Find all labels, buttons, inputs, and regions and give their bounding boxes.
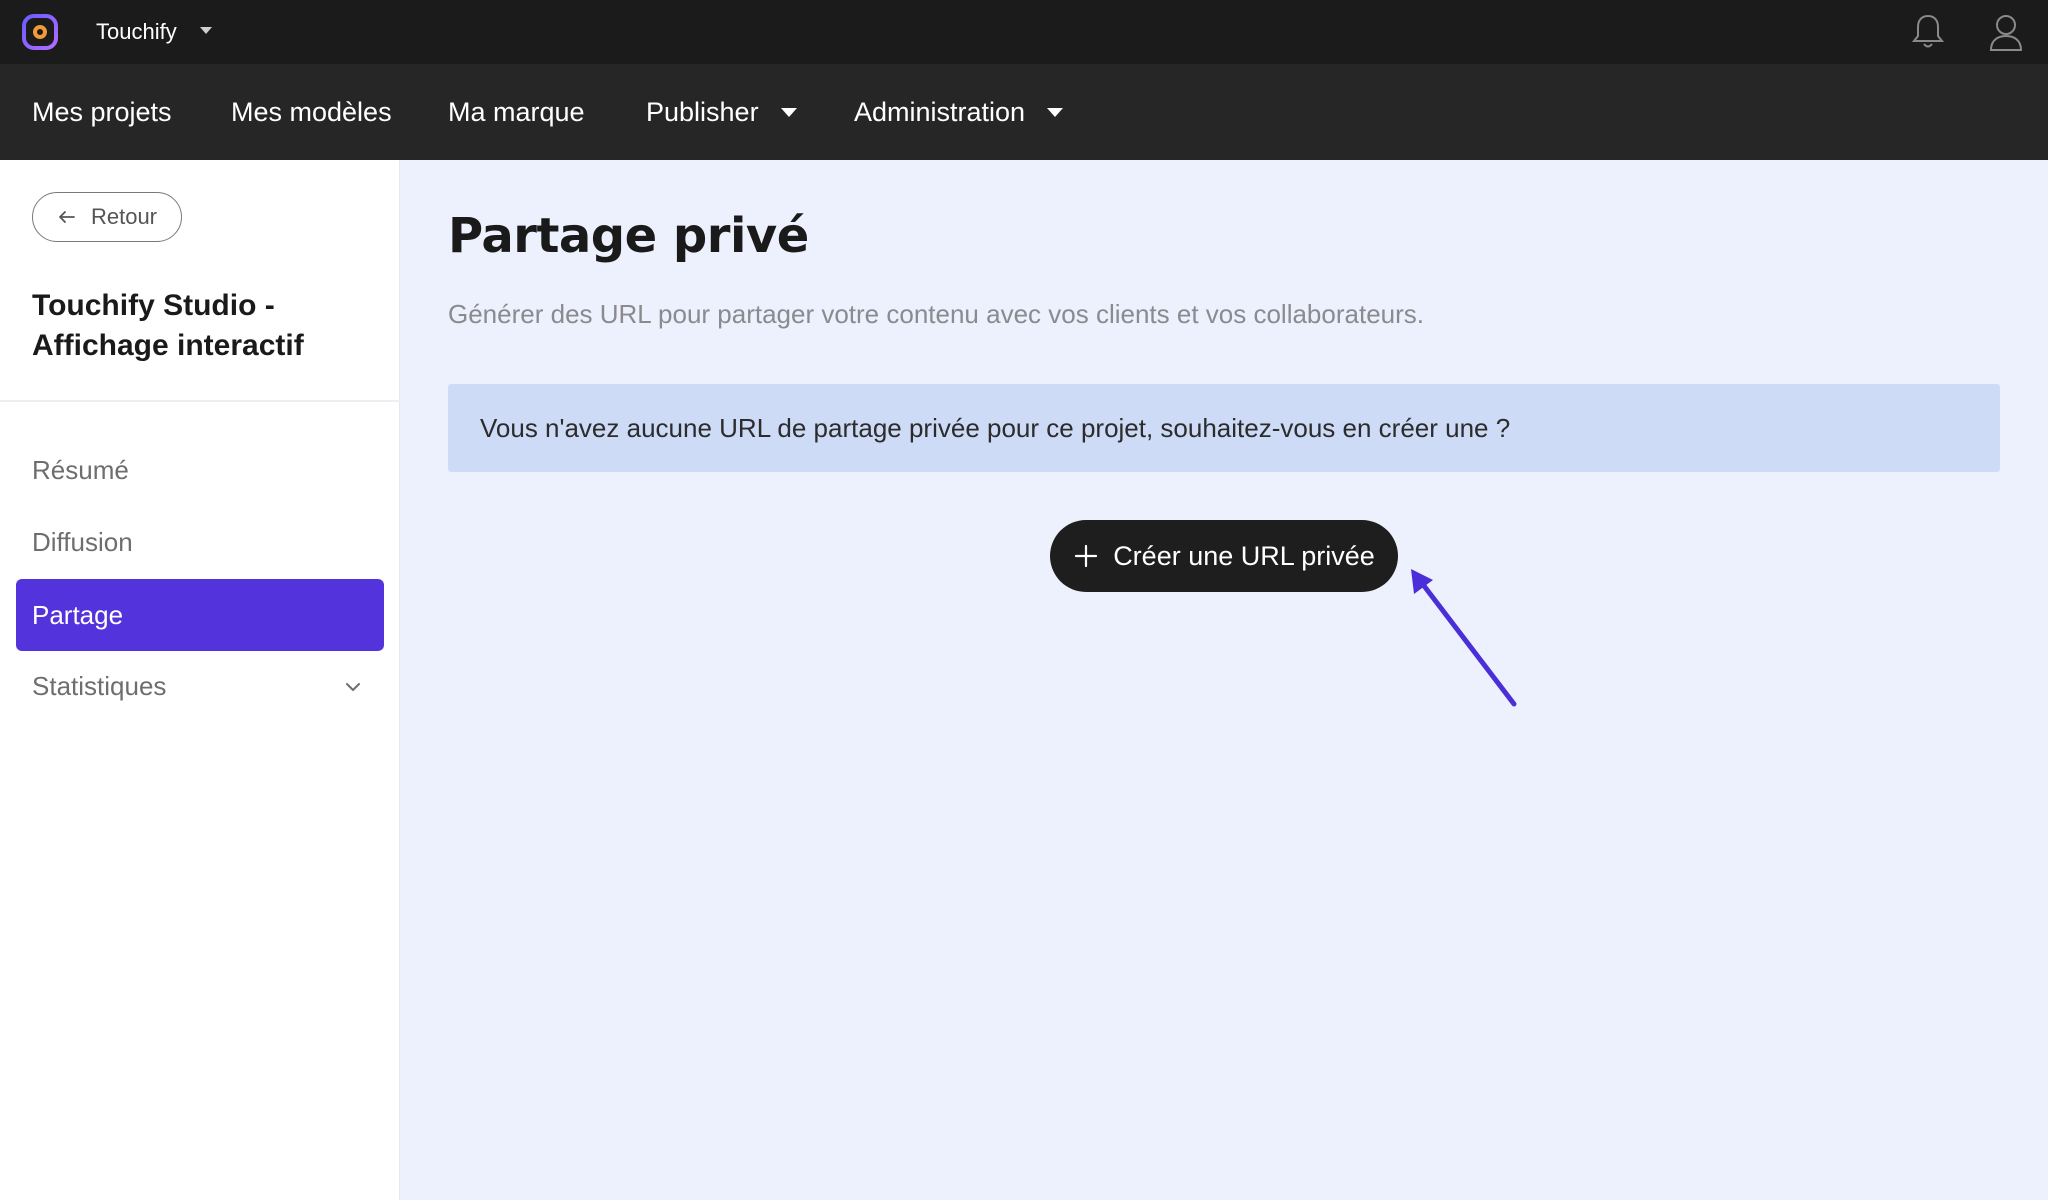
sidebar-item-statistiques[interactable]: Statistiques bbox=[16, 650, 384, 722]
chevron-down-icon bbox=[346, 683, 360, 691]
user-icon[interactable] bbox=[1988, 12, 2024, 52]
nav-label: Administration bbox=[854, 96, 1026, 127]
sidebar-item-resume[interactable]: Résumé bbox=[16, 434, 384, 506]
back-button[interactable]: Retour bbox=[32, 192, 182, 242]
app-switcher-caret-icon[interactable] bbox=[200, 27, 212, 34]
nav-label: Mes modèles bbox=[231, 96, 392, 127]
app-name[interactable]: Touchify bbox=[96, 16, 177, 48]
bell-icon[interactable] bbox=[1910, 12, 1946, 52]
nav-label: Mes projets bbox=[32, 96, 172, 127]
create-button-label: Créer une URL privée bbox=[1113, 540, 1375, 571]
nav-label: Publisher bbox=[646, 96, 759, 127]
nav-mes-projets[interactable]: Mes projets bbox=[32, 64, 172, 160]
arrow-left-icon bbox=[59, 211, 75, 223]
sidebar-item-label: Diffusion bbox=[32, 526, 133, 557]
sidebar: Retour Touchify Studio - Affichage inter… bbox=[0, 160, 400, 1200]
main-nav: Mes projets Mes modèles Ma marque Publis… bbox=[0, 64, 2048, 160]
nav-administration[interactable]: Administration bbox=[854, 64, 1064, 160]
info-alert: Vous n'avez aucune URL de partage privée… bbox=[448, 384, 2000, 472]
annotation-arrow-icon bbox=[1411, 569, 1517, 707]
chevron-down-icon bbox=[780, 107, 797, 117]
sidebar-item-label: Statistiques bbox=[32, 670, 167, 701]
page-title: Partage privé bbox=[448, 208, 809, 264]
page-subtitle: Générer des URL pour partager votre cont… bbox=[448, 299, 1424, 329]
sidebar-item-diffusion[interactable]: Diffusion bbox=[16, 506, 384, 578]
plus-icon bbox=[1075, 544, 1098, 568]
create-private-url-button[interactable]: Créer une URL privée bbox=[1050, 520, 1398, 592]
back-button-label: Retour bbox=[90, 204, 158, 229]
nav-ma-marque[interactable]: Ma marque bbox=[448, 64, 585, 160]
nav-label: Ma marque bbox=[448, 96, 585, 127]
chevron-down-icon bbox=[1047, 107, 1064, 117]
sidebar-item-partage[interactable]: Partage bbox=[16, 579, 384, 651]
sidebar-item-label: Partage bbox=[32, 599, 124, 630]
sidebar-divider bbox=[0, 400, 400, 402]
nav-mes-modeles[interactable]: Mes modèles bbox=[231, 64, 392, 160]
info-alert-text: Vous n'avez aucune URL de partage privée… bbox=[480, 412, 1511, 443]
project-title: Touchify Studio - Affichage interactif bbox=[32, 289, 304, 362]
touchify-logo-icon[interactable] bbox=[22, 14, 58, 50]
top-bar: Touchify bbox=[0, 0, 2048, 64]
sidebar-item-label: Résumé bbox=[32, 454, 129, 485]
nav-publisher[interactable]: Publisher bbox=[646, 64, 797, 160]
